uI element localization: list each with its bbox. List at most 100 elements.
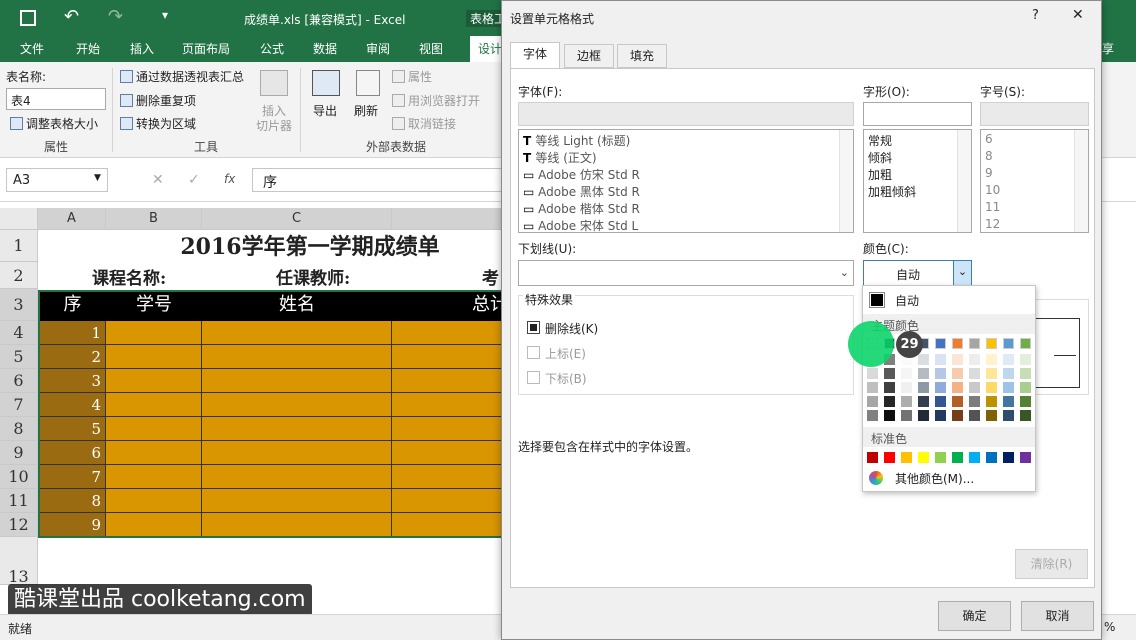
function-icon[interactable]: fx: [224, 172, 235, 186]
font-list-item[interactable]: ▭ Adobe 宋体 Std L: [523, 217, 638, 232]
font-list-item[interactable]: ▭ Adobe 黑体 Std R: [523, 183, 640, 200]
font-input[interactable]: [518, 102, 854, 126]
tab-border[interactable]: 边框: [564, 44, 615, 68]
style-list-item[interactable]: 倾斜: [868, 149, 892, 166]
undo-icon[interactable]: ↶: [64, 6, 79, 27]
pivot-summary-button[interactable]: 通过数据透视表汇总: [120, 68, 244, 85]
theme-color-shade-swatch[interactable]: [952, 410, 963, 421]
theme-color-shade-swatch[interactable]: [952, 354, 963, 365]
theme-color-shade-swatch[interactable]: [918, 396, 929, 407]
theme-color-shade-swatch[interactable]: [969, 410, 980, 421]
standard-color-swatch[interactable]: [901, 452, 912, 463]
row-header[interactable]: 10: [0, 465, 38, 489]
tab-home[interactable]: 开始: [76, 40, 100, 57]
resize-table-button[interactable]: 调整表格大小: [10, 115, 98, 132]
redo-icon[interactable]: ↷: [108, 6, 123, 27]
theme-color-shade-swatch[interactable]: [901, 368, 912, 379]
customize-qat-icon[interactable]: ▾: [162, 8, 168, 22]
theme-color-shade-swatch[interactable]: [867, 396, 878, 407]
column-header-b[interactable]: B: [106, 208, 202, 230]
theme-color-swatch[interactable]: [935, 338, 946, 349]
row-header[interactable]: 13: [0, 537, 38, 586]
theme-color-shade-swatch[interactable]: [969, 354, 980, 365]
font-list-item[interactable]: T 等线 Light (标题): [523, 132, 630, 149]
theme-color-shade-swatch[interactable]: [935, 382, 946, 393]
size-list-item[interactable]: 10: [985, 183, 1000, 197]
row-header[interactable]: 1: [0, 230, 38, 262]
help-button[interactable]: ?: [1032, 8, 1039, 23]
row-header[interactable]: 11: [0, 489, 38, 513]
theme-color-shade-swatch[interactable]: [986, 354, 997, 365]
style-list-scrollbar[interactable]: [957, 130, 971, 232]
tab-file[interactable]: 文件: [20, 40, 44, 57]
ok-button[interactable]: 确定: [938, 601, 1011, 631]
standard-color-swatch[interactable]: [1003, 452, 1014, 463]
row-header[interactable]: 9: [0, 441, 38, 465]
theme-color-shade-swatch[interactable]: [935, 410, 946, 421]
theme-color-shade-swatch[interactable]: [1020, 410, 1031, 421]
style-list-item[interactable]: 加粗: [868, 166, 892, 183]
theme-color-shade-swatch[interactable]: [884, 382, 895, 393]
theme-color-shade-swatch[interactable]: [867, 368, 878, 379]
tab-formulas[interactable]: 公式: [260, 40, 284, 57]
size-list-item[interactable]: 9: [985, 166, 993, 180]
theme-color-shade-swatch[interactable]: [1003, 382, 1014, 393]
formula-input[interactable]: 序: [252, 168, 502, 192]
standard-color-row[interactable]: [867, 452, 1035, 464]
theme-color-shade-swatch[interactable]: [901, 382, 912, 393]
tab-review[interactable]: 审阅: [366, 40, 390, 57]
theme-color-shade-swatch[interactable]: [1003, 396, 1014, 407]
size-list-scrollbar[interactable]: [1074, 130, 1088, 232]
open-in-browser-button[interactable]: 用浏览器打开: [392, 92, 480, 109]
theme-color-shade-swatch[interactable]: [952, 382, 963, 393]
theme-color-shade-swatch[interactable]: [986, 410, 997, 421]
standard-color-swatch[interactable]: [935, 452, 946, 463]
theme-color-shade-swatch[interactable]: [1020, 382, 1031, 393]
size-list-item[interactable]: 6: [985, 132, 993, 146]
font-list-item[interactable]: ▭ Adobe 仿宋 Std R: [523, 166, 640, 183]
theme-color-shade-swatch[interactable]: [884, 368, 895, 379]
theme-color-shade-swatch[interactable]: [884, 396, 895, 407]
theme-color-shade-swatch[interactable]: [918, 368, 929, 379]
cancel-button[interactable]: 取消: [1021, 601, 1094, 631]
theme-color-shade-swatch[interactable]: [918, 410, 929, 421]
theme-color-shade-swatch[interactable]: [1003, 410, 1014, 421]
standard-color-swatch[interactable]: [952, 452, 963, 463]
column-header-d[interactable]: [392, 208, 502, 230]
theme-color-shade-swatch[interactable]: [867, 382, 878, 393]
theme-color-shade-swatch[interactable]: [986, 382, 997, 393]
row-header[interactable]: 12: [0, 513, 38, 537]
standard-color-swatch[interactable]: [986, 452, 997, 463]
tab-font[interactable]: 字体: [510, 42, 561, 68]
style-list-item[interactable]: 常规: [868, 132, 892, 149]
dialog-close-button[interactable]: ✕: [1072, 7, 1084, 23]
standard-color-swatch[interactable]: [1020, 452, 1031, 463]
theme-color-shade-swatch[interactable]: [1020, 396, 1031, 407]
theme-color-swatch[interactable]: [969, 338, 980, 349]
unlink-button[interactable]: 取消链接: [392, 115, 456, 132]
auto-color-option[interactable]: 自动: [895, 292, 919, 309]
size-list[interactable]: 6 8 9 10 11 12: [980, 129, 1089, 233]
font-list[interactable]: T 等线 Light (标题) T 等线 (正文) ▭ Adobe 仿宋 Std…: [518, 129, 854, 233]
more-colors-option[interactable]: 其他颜色(M)...: [895, 470, 974, 487]
strikethrough-checkbox[interactable]: [527, 321, 540, 334]
theme-color-shade-swatch[interactable]: [918, 354, 929, 365]
theme-color-swatch[interactable]: [1020, 338, 1031, 349]
row-header[interactable]: 8: [0, 417, 38, 441]
theme-color-shade-swatch[interactable]: [1003, 354, 1014, 365]
theme-color-shade-swatch[interactable]: [952, 396, 963, 407]
share-button[interactable]: 享: [1102, 40, 1114, 57]
properties-button[interactable]: 属性: [392, 68, 432, 85]
select-all-corner[interactable]: [0, 208, 38, 230]
row-header[interactable]: 4: [0, 321, 38, 345]
tab-page-layout[interactable]: 页面布局: [182, 40, 230, 57]
style-list[interactable]: 常规 倾斜 加粗 加粗倾斜: [863, 129, 972, 233]
size-input[interactable]: [980, 102, 1089, 126]
auto-color-swatch[interactable]: [869, 292, 885, 308]
save-icon[interactable]: [20, 10, 36, 26]
standard-color-swatch[interactable]: [918, 452, 929, 463]
theme-color-shade-swatch[interactable]: [969, 396, 980, 407]
size-list-item[interactable]: 11: [985, 200, 1000, 214]
column-header-c[interactable]: C: [202, 208, 392, 230]
style-input[interactable]: [863, 102, 972, 126]
